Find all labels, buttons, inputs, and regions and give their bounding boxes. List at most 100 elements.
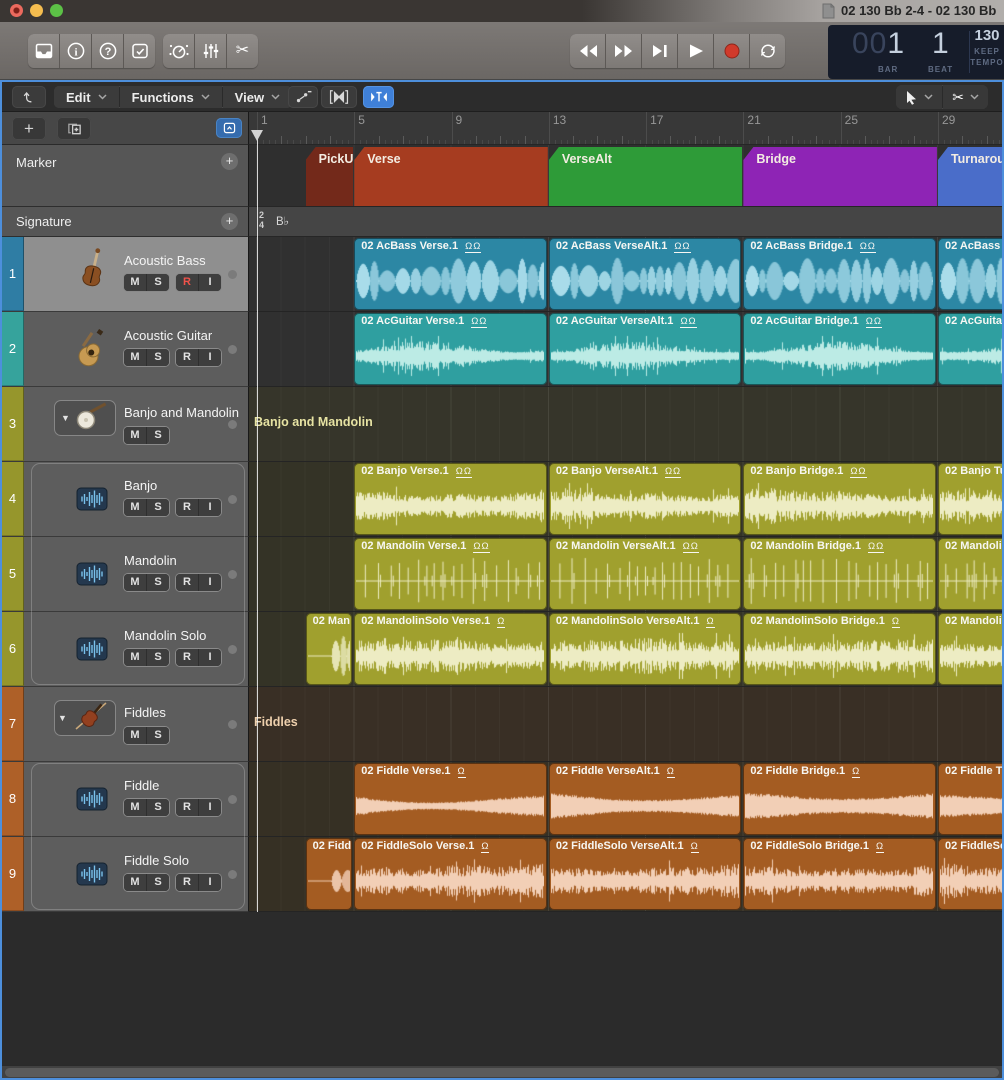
audio-region[interactable]: 02 AcBass VerseAlt.1ΩΩ bbox=[549, 238, 742, 310]
track-lane-2[interactable]: 02 AcGuitar Verse.1ΩΩ02 AcGuitar VerseAl… bbox=[249, 312, 1002, 387]
mute-button[interactable]: M bbox=[124, 799, 146, 816]
input-monitor-button[interactable]: I bbox=[199, 349, 221, 366]
playhead-handle[interactable] bbox=[251, 130, 263, 141]
mute-button[interactable]: M bbox=[124, 727, 146, 744]
signature-track-header[interactable]: Signature + bbox=[2, 207, 249, 237]
folder-disclosure-button[interactable]: ▼ bbox=[54, 400, 116, 436]
global-tracks-toggle[interactable] bbox=[216, 118, 242, 138]
audio-region[interactable]: 02 FiddleSolo VerseAlt.1Ω bbox=[549, 838, 742, 910]
mixer-button[interactable] bbox=[195, 34, 226, 68]
track-lane-1[interactable]: 02 AcBass Verse.1ΩΩ02 AcBass VerseAlt.1Ω… bbox=[249, 237, 1002, 312]
audio-region[interactable]: 02 Mandolin Bridge.1ΩΩ bbox=[743, 538, 936, 610]
input-monitor-button[interactable]: I bbox=[199, 874, 221, 891]
tempo-display[interactable]: 130 KEEP TEMPO bbox=[970, 27, 1004, 67]
audio-region[interactable]: 02 Mandolin VerseAlt.1ΩΩ bbox=[549, 538, 742, 610]
audio-region[interactable]: 02 FiddleSolo Bridge.1Ω bbox=[743, 838, 936, 910]
input-monitor-button[interactable]: I bbox=[199, 649, 221, 666]
mute-button[interactable]: M bbox=[124, 649, 146, 666]
arrangement-marker-bridge[interactable]: Bridge bbox=[743, 147, 937, 206]
mute-button[interactable]: M bbox=[124, 574, 146, 591]
horizontal-scrollbar[interactable] bbox=[2, 1065, 1002, 1078]
add-track-button[interactable]: + bbox=[12, 117, 46, 140]
edit-menu[interactable]: Edit bbox=[54, 86, 119, 108]
track-lane-8[interactable]: 02 Fiddle Verse.1Ω02 Fiddle VerseAlt.1Ω0… bbox=[249, 762, 1002, 837]
audio-region[interactable]: 02 Mandolin Verse.1ΩΩ bbox=[354, 538, 547, 610]
audio-region[interactable]: 02 FiddleSolo Turnaround.1Ω bbox=[938, 838, 1002, 910]
audio-region[interactable]: 02 AcBass Turnaround.1ΩΩ bbox=[938, 238, 1002, 310]
track-header-fiddle[interactable]: 8FiddleMSRI bbox=[2, 762, 249, 837]
solo-button[interactable]: S bbox=[147, 649, 169, 666]
audio-region[interactable]: 02 Fiddle VerseAlt.1Ω bbox=[549, 763, 742, 835]
record-enable-button[interactable]: R bbox=[176, 349, 198, 366]
duplicate-track-button[interactable] bbox=[57, 117, 91, 140]
mute-button[interactable]: M bbox=[124, 274, 146, 291]
help-button[interactable]: ? bbox=[92, 34, 123, 68]
solo-button[interactable]: S bbox=[147, 499, 169, 516]
audio-region[interactable]: 02 Banjo Verse.1ΩΩ bbox=[354, 463, 547, 535]
solo-button[interactable]: S bbox=[147, 727, 169, 744]
lcd-display[interactable]: 001 1 BAR BEAT 130 KEEP TEMPO bbox=[828, 25, 1004, 79]
audio-region[interactable]: 02 Fidd bbox=[306, 838, 353, 910]
track-lane-9[interactable]: 02 Fidd02 FiddleSolo Verse.1Ω02 FiddleSo… bbox=[249, 837, 1002, 912]
track-header-acoustic-bass[interactable]: 1Acoustic BassMSRI bbox=[2, 237, 249, 312]
library-button[interactable] bbox=[28, 34, 59, 68]
solo-button[interactable]: S bbox=[147, 274, 169, 291]
minimize-window-button[interactable] bbox=[30, 4, 43, 17]
track-lane-6[interactable]: 02 Man02 MandolinSolo Verse.1Ω02 Mandoli… bbox=[249, 612, 1002, 687]
scissors-button[interactable]: ✂ bbox=[227, 34, 258, 68]
track-lane-7[interactable]: Fiddles bbox=[249, 687, 1002, 762]
audio-region[interactable]: 02 FiddleSolo Verse.1Ω bbox=[354, 838, 547, 910]
audio-region[interactable]: 02 AcGuitar Bridge.1ΩΩ bbox=[743, 313, 936, 385]
audio-region[interactable]: 02 AcBass Verse.1ΩΩ bbox=[354, 238, 547, 310]
track-header-fiddles[interactable]: 7▼FiddlesMS bbox=[2, 687, 249, 762]
track-lane-4[interactable]: 02 Banjo Verse.1ΩΩ02 Banjo VerseAlt.1ΩΩ 0… bbox=[249, 462, 1002, 537]
track-header-mandolin[interactable]: 5MandolinMSRI bbox=[2, 537, 249, 612]
view-menu[interactable]: View bbox=[223, 86, 292, 108]
track-header-mandolin-solo[interactable]: 6Mandolin SoloMSRI bbox=[2, 612, 249, 687]
marker-track-header[interactable]: Marker + bbox=[2, 145, 249, 207]
solo-button[interactable]: S bbox=[147, 349, 169, 366]
record-enable-button[interactable]: R bbox=[176, 874, 198, 891]
cycle-button[interactable] bbox=[750, 34, 785, 68]
track-header-fiddle-solo[interactable]: 9Fiddle SoloMSRI bbox=[2, 837, 249, 912]
input-monitor-button[interactable]: I bbox=[199, 799, 221, 816]
audio-region[interactable]: 02 Fiddle Bridge.1Ω bbox=[743, 763, 936, 835]
scissors-tool[interactable]: ✂ bbox=[943, 85, 988, 109]
audio-region[interactable]: 02 Mandolin Turnaround.1ΩΩ bbox=[938, 538, 1002, 610]
functions-menu[interactable]: Functions bbox=[120, 86, 222, 108]
zoom-window-button[interactable] bbox=[50, 4, 63, 17]
solo-button[interactable]: S bbox=[147, 874, 169, 891]
fast-forward-button[interactable] bbox=[606, 34, 641, 68]
catch-playhead-button[interactable] bbox=[363, 86, 394, 108]
audio-region[interactable]: 02 MandolinSolo Bridge.1Ω bbox=[743, 613, 936, 685]
audio-region[interactable]: 02 AcGuitar Verse.1ΩΩ bbox=[354, 313, 547, 385]
track-header-banjo-and-mandolin[interactable]: 3▼Banjo and MandolinMS bbox=[2, 387, 249, 462]
arrangement-marker-versealt[interactable]: VerseAlt bbox=[549, 147, 743, 206]
smart-controls-button[interactable] bbox=[163, 34, 194, 68]
record-enable-button[interactable]: R bbox=[176, 499, 198, 516]
audio-region[interactable]: 02 AcGuitar VerseAlt.1ΩΩ bbox=[549, 313, 742, 385]
solo-button[interactable]: S bbox=[147, 799, 169, 816]
audio-region[interactable]: 02 Man bbox=[306, 613, 353, 685]
record-enable-button[interactable]: R bbox=[176, 649, 198, 666]
audio-region[interactable]: 02 AcGuitar Turnaround.1ΩΩ bbox=[938, 313, 1002, 385]
arrangement-marker-verse[interactable]: Verse bbox=[354, 147, 548, 206]
track-lane-3[interactable]: Banjo and Mandolin bbox=[249, 387, 1002, 462]
audio-region[interactable]: 02 Banjo Turnaround.1ΩΩ bbox=[938, 463, 1002, 535]
audio-region[interactable]: 02 MandolinSolo VerseAlt.1Ω bbox=[549, 613, 742, 685]
mute-button[interactable]: M bbox=[124, 349, 146, 366]
mute-button[interactable]: M bbox=[124, 874, 146, 891]
bar-ruler[interactable]: 1591317212529 bbox=[249, 112, 1002, 145]
flex-button[interactable] bbox=[321, 86, 357, 108]
mute-button[interactable]: M bbox=[124, 427, 146, 444]
audio-region[interactable]: 02 Fiddle Turnaround.1Ω bbox=[938, 763, 1002, 835]
up-back-button[interactable] bbox=[12, 86, 46, 108]
automation-button[interactable] bbox=[288, 86, 318, 108]
checklist-button[interactable] bbox=[124, 34, 155, 68]
close-window-button[interactable] bbox=[10, 4, 23, 17]
add-marker-button[interactable]: + bbox=[221, 153, 238, 170]
audio-region[interactable]: 02 Banjo VerseAlt.1ΩΩ bbox=[549, 463, 742, 535]
scrollbar-thumb[interactable] bbox=[5, 1068, 999, 1077]
audio-region[interactable]: 02 AcBass Bridge.1ΩΩ bbox=[743, 238, 936, 310]
record-enable-button[interactable]: R bbox=[176, 574, 198, 591]
